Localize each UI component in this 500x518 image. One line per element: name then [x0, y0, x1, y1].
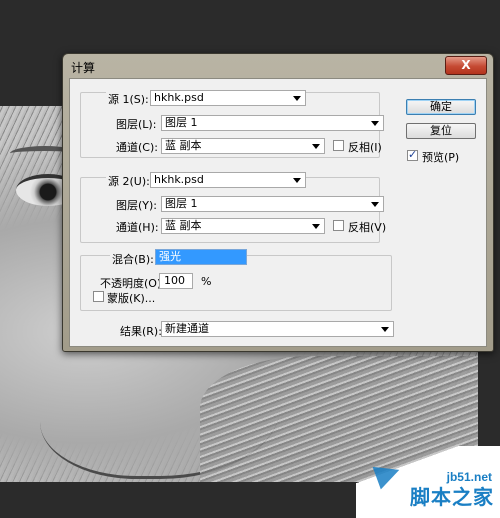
source1-layer-label: 图层(L): [116, 118, 157, 131]
source1-layer-select[interactable]: 图层 1 [161, 115, 384, 131]
chevron-down-icon [293, 178, 301, 183]
chevron-down-icon [293, 96, 301, 101]
chevron-down-icon [312, 144, 320, 149]
source1-label: 源 1(S): [106, 91, 151, 107]
reset-button[interactable]: 复位 [406, 123, 476, 139]
watermark-name: 脚本之家 [410, 485, 494, 509]
source2-invert-checkbox[interactable] [333, 220, 344, 231]
chevron-down-icon [381, 327, 389, 332]
source2-label: 源 2(U): [106, 173, 152, 189]
chevron-down-icon [371, 202, 379, 207]
blend-mode-select[interactable]: 强光 [155, 249, 247, 265]
result-label: 结果(R): [120, 325, 162, 338]
source2-layer-value: 图层 1 [165, 197, 198, 210]
source2-channel-select[interactable]: 蓝 副本 [161, 218, 325, 234]
source2-invert-label[interactable]: 反相(V) [348, 219, 386, 235]
preview-label[interactable]: 预览(P) [422, 149, 459, 165]
source1-channel-label: 通道(C): [116, 141, 158, 154]
opacity-input[interactable]: 100 [159, 273, 193, 289]
source2-file-select[interactable]: hkhk.psd [150, 172, 306, 188]
dialog-titlebar[interactable]: 计算 X [63, 54, 493, 78]
source1-channel-value: 蓝 副本 [165, 139, 202, 152]
source1-invert-checkbox[interactable] [333, 140, 344, 151]
result-select[interactable]: 新建通道 [161, 321, 394, 337]
opacity-label: 不透明度(O): [100, 277, 165, 290]
ok-button[interactable]: 确定 [406, 99, 476, 115]
dialog-title: 计算 [71, 61, 96, 75]
blend-label: 混合(B): [110, 251, 156, 267]
watermark-logo-icon [372, 458, 404, 490]
close-button[interactable]: X [445, 56, 487, 75]
source2-channel-label: 通道(H): [116, 221, 159, 234]
mask-label[interactable]: 蒙版(K)... [107, 290, 155, 306]
source1-file-select[interactable]: hkhk.psd [150, 90, 306, 106]
blend-mode-value: 强光 [159, 250, 181, 263]
source2-file-value: hkhk.psd [154, 173, 204, 186]
chevron-down-icon [312, 224, 320, 229]
source2-layer-select[interactable]: 图层 1 [161, 196, 384, 212]
source2-layer-label: 图层(Y): [116, 199, 158, 212]
source1-file-value: hkhk.psd [154, 91, 204, 104]
source1-invert-label[interactable]: 反相(I) [348, 139, 382, 155]
dialog-body: 源 1(S): hkhk.psd 图层(L): 图层 1 通道(C): 蓝 副本… [69, 78, 487, 347]
opacity-unit: % [201, 275, 212, 288]
watermark: jb51.net 脚本之家 [356, 446, 500, 518]
result-value: 新建通道 [165, 322, 209, 335]
source1-layer-value: 图层 1 [165, 116, 198, 129]
chevron-down-icon [371, 121, 379, 126]
mask-checkbox[interactable] [93, 291, 104, 302]
preview-checkbox[interactable] [407, 148, 418, 161]
source2-channel-value: 蓝 副本 [165, 219, 202, 232]
calculations-dialog: 计算 X 源 1(S): hkhk.psd 图层(L): 图层 1 通道(C):… [62, 53, 494, 352]
source1-channel-select[interactable]: 蓝 副本 [161, 138, 325, 154]
